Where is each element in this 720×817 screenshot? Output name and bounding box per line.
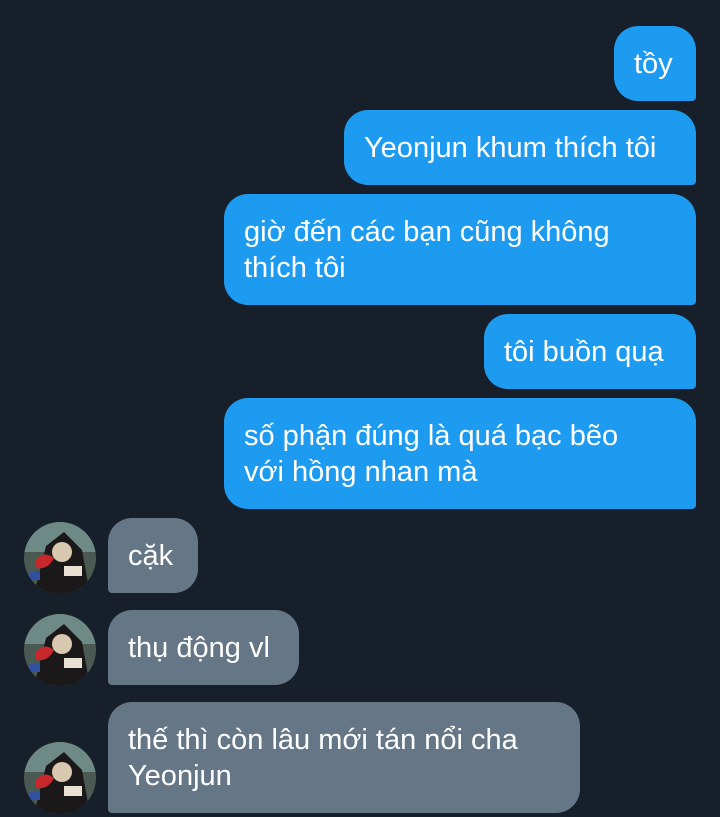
incoming-message[interactable]: cặk: [108, 518, 198, 593]
message-text: thụ động vl: [128, 631, 270, 664]
outgoing-message[interactable]: giờ đến các bạn cũng không thích tôi: [224, 194, 696, 305]
incoming-message[interactable]: thụ động vl: [108, 610, 299, 685]
chat-thread: tồy Yeonjun khum thích tôi giờ đến các b…: [0, 0, 720, 817]
message-text: Yeonjun khum thích tôi: [364, 131, 657, 164]
outgoing-message[interactable]: tồy: [614, 26, 696, 101]
message-text: cặk: [128, 539, 174, 572]
message-text: giờ đến các bạn cũng không thích tôi: [244, 215, 610, 284]
outgoing-message[interactable]: số phận đúng là quá bạc bẽo với hồng nha…: [224, 398, 696, 509]
message-text: tồy: [634, 47, 673, 80]
cartoon-avatar-icon: [24, 742, 96, 814]
cartoon-avatar-icon: [24, 614, 96, 686]
message-text: thế thì còn lâu mới tán nổi cha Yeonjun: [128, 723, 518, 792]
avatar[interactable]: [24, 614, 96, 686]
avatar[interactable]: [24, 742, 96, 814]
message-text: số phận đúng là quá bạc bẽo với hồng nha…: [244, 419, 619, 488]
message-text: tôi buồn quạ: [504, 335, 664, 368]
incoming-message[interactable]: thế thì còn lâu mới tán nổi cha Yeonjun: [108, 702, 580, 813]
avatar[interactable]: [24, 522, 96, 594]
outgoing-message[interactable]: Yeonjun khum thích tôi: [344, 110, 696, 185]
outgoing-message[interactable]: tôi buồn quạ: [484, 314, 696, 389]
cartoon-avatar-icon: [24, 522, 96, 594]
